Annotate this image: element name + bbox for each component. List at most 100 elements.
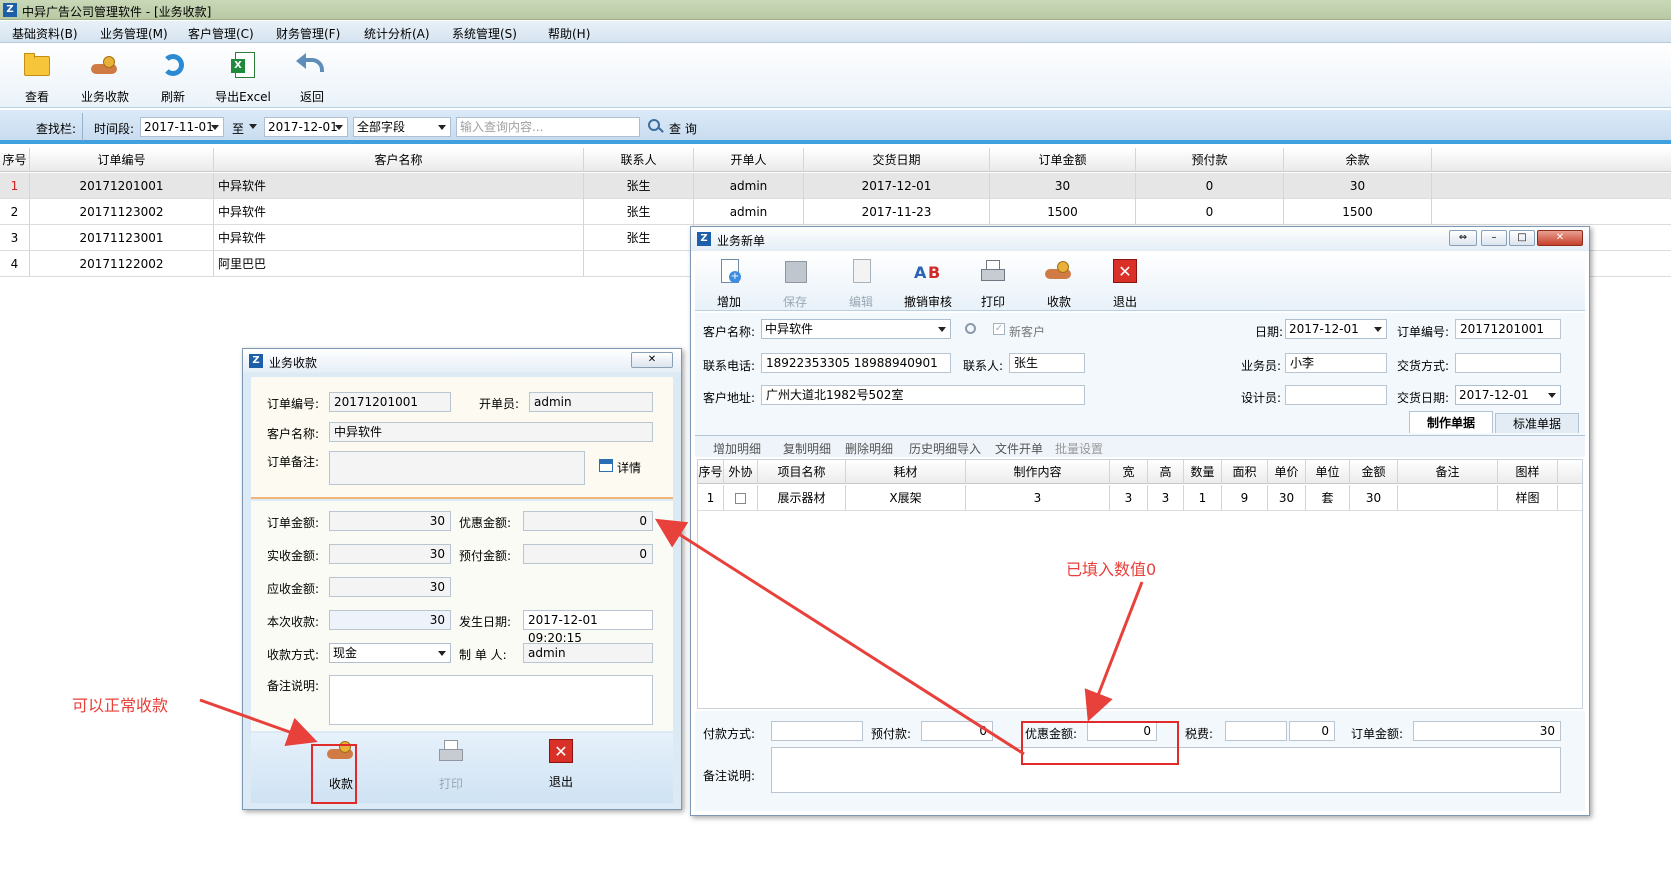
menu-basic[interactable]: 基础资料(B) [12,25,78,42]
tab-standard-document[interactable]: 标准单据 [1495,413,1579,433]
collect-button[interactable]: 收款 [1029,255,1089,311]
close-icon: ✕ [549,739,573,763]
delete-detail-button[interactable]: 删除明细 [845,440,893,457]
restore-icon[interactable]: ⇔ [1449,230,1477,246]
revoke-audit-button[interactable]: AB 撤销审核 [895,255,961,311]
col-date[interactable]: 交货日期 [804,148,990,172]
col-amount[interactable]: 订单金额 [990,148,1136,172]
menu-business[interactable]: 业务管理(M) [100,25,168,42]
tax-rate-field[interactable] [1225,721,1287,741]
collect-payment-button[interactable]: 业务收款 [70,48,140,104]
this-time-field[interactable]: 30 [329,610,451,630]
search-button[interactable]: 查 询 [669,120,697,137]
method-select[interactable]: 现金 [329,643,451,663]
import-history-button[interactable]: 历史明细导入 [909,440,981,457]
print-button[interactable]: 打印 [963,255,1023,311]
new-customer-checkbox[interactable]: ✓ [993,323,1005,335]
minimize-icon[interactable]: – [1481,230,1507,246]
print-button[interactable]: 打印 [421,737,481,797]
date-from-select[interactable]: 2017-11-01 [140,117,224,137]
address-field[interactable]: 广州大道北1982号502室 [761,385,1085,405]
designer-field[interactable] [1285,385,1387,405]
add-button[interactable]: + 增加 [699,255,759,311]
col-no[interactable]: 序号 [0,148,30,172]
note-field[interactable] [329,675,653,725]
close-icon: ✕ [1109,257,1141,287]
col-prepay[interactable]: 预付款 [1136,148,1284,172]
add-detail-button[interactable]: 增加明细 [713,440,761,457]
salesman-field[interactable]: 小李 [1285,353,1387,373]
menu-finance[interactable]: 财务管理(F) [276,25,340,42]
save-button[interactable]: 保存 [765,255,825,311]
search-icon[interactable] [965,323,976,334]
tab-make-document[interactable]: 制作单据 [1409,411,1493,433]
pay-method-field[interactable] [771,721,863,741]
order-no-field[interactable]: 20171201001 [1455,319,1561,339]
actual-field[interactable]: 30 [329,544,451,564]
chevron-down-icon [438,125,446,130]
customer-field[interactable]: 中异软件 [329,422,653,442]
order-amount-label: 订单金额: [1351,727,1404,741]
phone-field[interactable]: 18922353305 18988940901 [761,353,951,373]
refresh-button[interactable]: 刷新 [138,48,208,104]
folder-icon [21,50,53,80]
export-excel-button[interactable]: X 导出Excel [208,48,278,104]
discount-label: 优惠金额: [459,516,512,530]
to-dropdown[interactable] [245,117,261,137]
outsource-checkbox[interactable] [735,493,746,504]
back-button[interactable]: 返回 [277,48,347,104]
col-creator[interactable]: 开单人 [694,148,804,172]
creator-field[interactable]: admin [529,392,653,412]
menu-stats[interactable]: 统计分析(A) [364,25,430,42]
file-order-button[interactable]: 文件开单 [995,440,1043,457]
new-document-icon: + [713,257,745,287]
discount-field[interactable]: 0 [523,511,653,531]
amount-panel: 订单金额: 30 优惠金额: 0 实收金额: 30 预付金额: 0 应收金额: … [251,501,673,731]
menu-help[interactable]: 帮助(H) [548,25,590,42]
table-row[interactable]: 2 20171123002 中异软件 张生 admin 2017-11-23 1… [0,199,1671,225]
customer-select[interactable]: 中异软件 [761,319,951,339]
receivable-field[interactable]: 30 [329,577,451,597]
exit-button[interactable]: ✕ 退出 [531,737,591,797]
prepay-field[interactable]: 0 [523,544,653,564]
maximize-icon[interactable]: □ [1509,230,1535,246]
close-icon[interactable]: ✕ [1537,230,1583,246]
batch-settings-button[interactable]: 批量设置 [1055,440,1103,457]
note-label: 备注说明: [703,769,756,783]
order-amount-field[interactable]: 30 [329,511,451,531]
payment-dialog-title: 业务收款 [269,356,318,370]
contact-label: 联系人: [963,359,1004,373]
exit-button[interactable]: ✕ 退出 [1095,255,1155,311]
copy-detail-button[interactable]: 复制明细 [783,440,831,457]
search-input[interactable]: 输入查询内容... [456,117,640,137]
prepay-field[interactable]: 0 [921,721,993,741]
remark-field[interactable] [329,451,585,485]
detail-button[interactable]: 详情 [617,459,641,476]
col-contact[interactable]: 联系人 [584,148,694,172]
col-balance[interactable]: 余款 [1284,148,1432,172]
menu-system[interactable]: 系统管理(S) [452,25,517,42]
tax-field[interactable]: 0 [1289,721,1335,741]
order-amount-field[interactable]: 30 [1413,721,1561,741]
maker-field[interactable]: admin [523,643,653,663]
date-select[interactable]: 2017-12-01 [1285,319,1387,339]
customer-label: 客户名称: [267,427,320,441]
delivery-select[interactable]: 2017-12-01 [1455,385,1561,405]
order-no-field[interactable]: 20171201001 [329,392,451,412]
contact-field[interactable]: 张生 [1009,353,1085,373]
occur-date-field[interactable]: 2017-12-01 09:20:15 [523,610,653,645]
chevron-down-icon [938,327,946,332]
date-to-select[interactable]: 2017-12-01 [264,117,348,137]
table-row[interactable]: 1 展示器材 X展架 3 3 3 1 9 30 套 30 样图 [698,485,1582,511]
chevron-down-icon [1374,327,1382,332]
menu-customer[interactable]: 客户管理(C) [188,25,254,42]
table-row[interactable]: 1 20171201001 中异软件 张生 admin 2017-12-01 3… [0,173,1671,199]
edit-button[interactable]: 编辑 [831,255,891,311]
order-header-panel: 客户名称: 中异软件 ✓ 新客户 日期: 2017-12-01 订单编号: 20… [695,313,1585,435]
col-customer[interactable]: 客户名称 [214,148,584,172]
view-button[interactable]: 查看 [2,48,72,104]
close-icon[interactable]: ✕ [631,352,673,368]
field-select[interactable]: 全部字段 [353,117,451,137]
trade-field[interactable] [1455,353,1561,373]
col-order[interactable]: 订单编号 [30,148,214,172]
